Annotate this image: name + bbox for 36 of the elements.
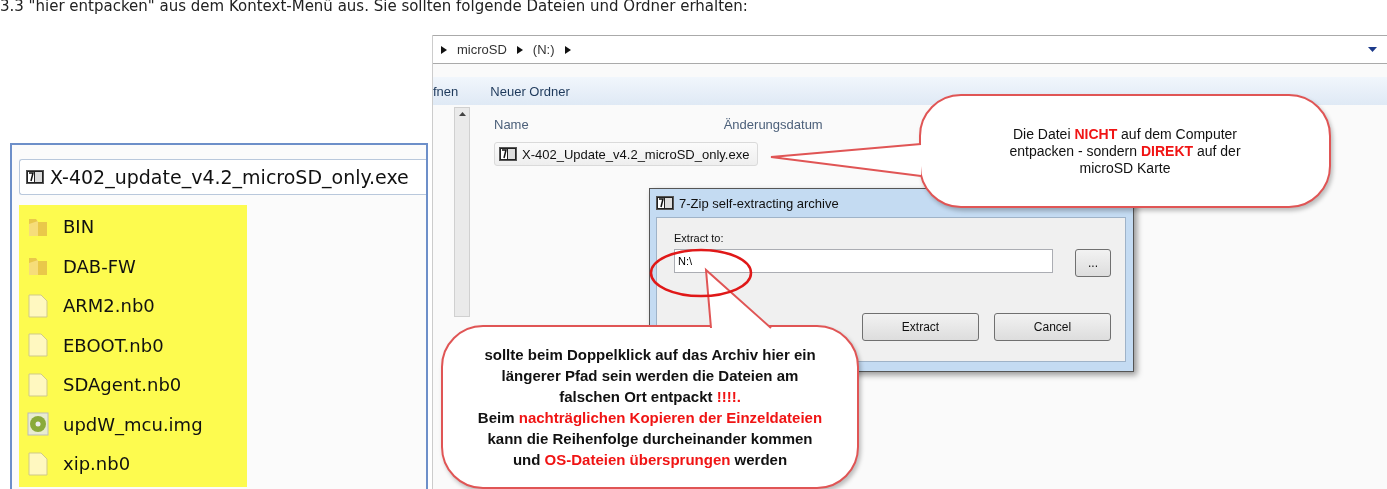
file-name[interactable]: BIN: [63, 216, 95, 238]
file-name[interactable]: DAB-FW: [63, 255, 136, 277]
address-bar[interactable]: microSD (N:): [433, 35, 1387, 64]
chevron-right-icon: [564, 45, 571, 54]
file-icon: [27, 293, 49, 318]
file-name[interactable]: EBOOT.nb0: [63, 334, 164, 356]
instruction-text: 3.3 "hier entpacken" aus dem Kontext-Menü aus. Sie sollten folgende Dateien und Ordner erhalten:: [0, 0, 748, 15]
archive-icon: [499, 147, 517, 161]
file-icon: [27, 451, 49, 476]
dialog-button[interactable]: Extract: [862, 313, 979, 341]
dialog-button[interactable]: Cancel: [994, 313, 1111, 341]
file-icon: [27, 333, 49, 358]
disc-image-icon: [27, 412, 49, 437]
file-name[interactable]: xip.nb0: [63, 453, 131, 475]
field-label: Extract to:: [674, 232, 724, 244]
archive-file-entry[interactable]: X-402_update_v4.2_microSD_only.exe: [19, 159, 426, 195]
callout-text: Die Datei NICHT auf dem Computer entpacken - sondern DIREKT auf der microSD Karte: [1009, 125, 1241, 177]
scroll-up-icon[interactable]: [458, 112, 466, 116]
file-name[interactable]: ARM2.nb0: [63, 295, 155, 317]
file-name[interactable]: SDAgent.nb0: [63, 374, 182, 396]
callout-text: sollte beim Doppelklick auf das Archiv hier ein längerer Pfad sein werden die Dateien am falschen Ort entpackt !!!!. Beim nachträglichen Kopieren der Einzeldateien kann die Reihenfolge durcheinander kommen und OS-Dateien übersprungen werden: [477, 345, 823, 470]
scrollbar[interactable]: [454, 107, 470, 317]
archive-icon: [26, 170, 44, 184]
archive-icon: [656, 196, 674, 210]
file-icon: [27, 372, 49, 397]
column-header[interactable]: Änderungsdatum: [723, 117, 823, 132]
column-header[interactable]: Name: [494, 117, 529, 132]
file-row[interactable]: X-402_Update_v4.2_microSD_only.exe: [494, 142, 759, 166]
browse-button[interactable]: ...: [1075, 249, 1111, 277]
dropdown-arrow-icon[interactable]: [1368, 47, 1377, 52]
folder-icon: [27, 255, 49, 278]
toolbar-item[interactable]: Neuer Ordner: [490, 83, 570, 99]
chevron-right-icon: [516, 45, 523, 54]
toolbar-item[interactable]: fnen: [433, 83, 459, 99]
chevron-right-icon: [441, 45, 447, 54]
file-name[interactable]: updW_mcu.img: [63, 413, 203, 435]
